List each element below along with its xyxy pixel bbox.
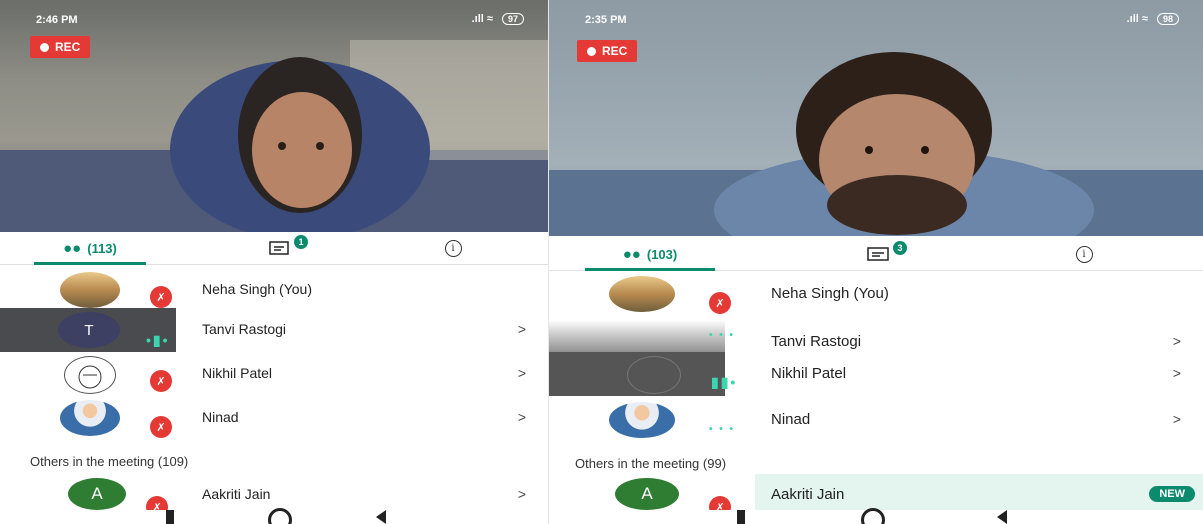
- left-phone-screen: 2:46 PM .ıll ≈ 97 REC ●● (113) 1 i ✗ Neh…: [0, 0, 548, 524]
- tab-info[interactable]: i: [438, 232, 468, 264]
- right-phone-screen: 2:35 PM .ıll ≈ 98 REC ●● (103) 3 i ✗ Neh…: [548, 0, 1203, 524]
- participant-name: Neha Singh (You): [202, 281, 313, 297]
- participant-row[interactable]: • • • Ninad >: [549, 398, 1203, 442]
- participant-name: Tanvi Rastogi: [202, 321, 287, 337]
- unread-badge: 3: [893, 241, 907, 255]
- tab-info[interactable]: i: [1069, 238, 1099, 270]
- participant-name: Tanvi Rastogi: [771, 333, 862, 350]
- participant-tabs: ●● (113) 1 i: [0, 232, 548, 265]
- chat-icon: [269, 241, 289, 255]
- people-icon: ●●: [622, 245, 641, 263]
- chevron-right-icon[interactable]: >: [1173, 411, 1181, 427]
- android-nav-bar: [549, 508, 1203, 524]
- participant-row[interactable]: ▮▮• Nikhil Patel >: [549, 352, 1203, 400]
- speaking-icon: •▮•: [146, 332, 170, 348]
- avatar: [64, 356, 116, 394]
- mic-off-icon: ✗: [150, 370, 172, 392]
- speaking-icon: ▮▮•: [711, 374, 738, 390]
- tab-chat[interactable]: 3: [859, 238, 907, 270]
- participant-row[interactable]: ✗ Ninad >: [0, 396, 548, 440]
- avatar: T: [58, 312, 120, 348]
- chevron-right-icon[interactable]: >: [518, 365, 526, 381]
- participant-row[interactable]: T •▮• Tanvi Rastogi >: [0, 308, 548, 352]
- people-icon: ●●: [63, 239, 82, 257]
- participant-name: Ninad: [202, 409, 239, 425]
- participant-name: Aakriti Jain: [771, 486, 845, 503]
- others-section-title: Others in the meeting (109): [30, 454, 189, 469]
- home-icon[interactable]: [861, 508, 885, 524]
- new-badge: NEW: [1149, 486, 1195, 502]
- others-section-title: Others in the meeting (99): [575, 456, 727, 471]
- tab-people[interactable]: ●● (113): [34, 232, 146, 265]
- chevron-right-icon[interactable]: >: [1173, 333, 1181, 349]
- recents-icon[interactable]: [166, 510, 174, 524]
- back-icon[interactable]: [997, 510, 1007, 524]
- active-tab-indicator: [585, 268, 715, 271]
- active-tab-indicator: [34, 262, 146, 265]
- speaking-icon: • • •: [709, 330, 736, 341]
- avatar: [609, 276, 675, 312]
- avatar: [627, 356, 681, 394]
- android-nav-bar: [0, 508, 548, 524]
- info-icon: i: [444, 239, 462, 257]
- info-icon: i: [1075, 245, 1093, 263]
- video-feed: 2:46 PM .ıll ≈ 97 REC: [0, 0, 548, 232]
- participant-name: Neha Singh (You): [771, 285, 889, 302]
- avatar: [609, 402, 675, 438]
- participant-row[interactable]: ✗ Neha Singh (You): [0, 268, 548, 312]
- participant-row[interactable]: ✗ Nikhil Patel >: [0, 352, 548, 396]
- avatar: A: [68, 478, 126, 510]
- recents-icon[interactable]: [737, 510, 745, 524]
- chat-icon: [867, 247, 889, 261]
- back-icon[interactable]: [376, 510, 386, 524]
- participant-video-man: [549, 52, 1203, 236]
- chevron-right-icon[interactable]: >: [518, 321, 526, 337]
- people-count: (113): [87, 240, 117, 256]
- speaking-icon: • • •: [709, 424, 736, 435]
- participant-name: Nikhil Patel: [202, 365, 273, 381]
- participant-tabs: ●● (103) 3 i: [549, 238, 1203, 271]
- chevron-right-icon[interactable]: >: [1173, 365, 1181, 381]
- participant-video-woman: [0, 40, 548, 232]
- chevron-right-icon[interactable]: >: [518, 486, 526, 502]
- avatar: A: [615, 478, 679, 510]
- unread-badge: 1: [294, 235, 308, 249]
- people-count: (103): [646, 246, 678, 262]
- video-feed: 2:35 PM .ıll ≈ 98 REC: [549, 0, 1203, 236]
- chevron-right-icon[interactable]: >: [518, 409, 526, 425]
- participant-name: Aakriti Jain: [202, 486, 271, 502]
- tab-chat[interactable]: 1: [260, 232, 308, 264]
- participant-name: Ninad: [771, 411, 811, 428]
- mic-off-icon: ✗: [709, 292, 731, 314]
- home-icon[interactable]: [268, 508, 292, 524]
- avatar: [60, 400, 120, 436]
- tab-people[interactable]: ●● (103): [585, 238, 715, 271]
- mic-off-icon: ✗: [150, 286, 172, 308]
- participant-row[interactable]: ✗ Neha Singh (You): [549, 272, 1203, 316]
- mic-off-icon: ✗: [150, 416, 172, 438]
- participant-name: Nikhil Patel: [771, 365, 847, 382]
- avatar: [60, 272, 120, 308]
